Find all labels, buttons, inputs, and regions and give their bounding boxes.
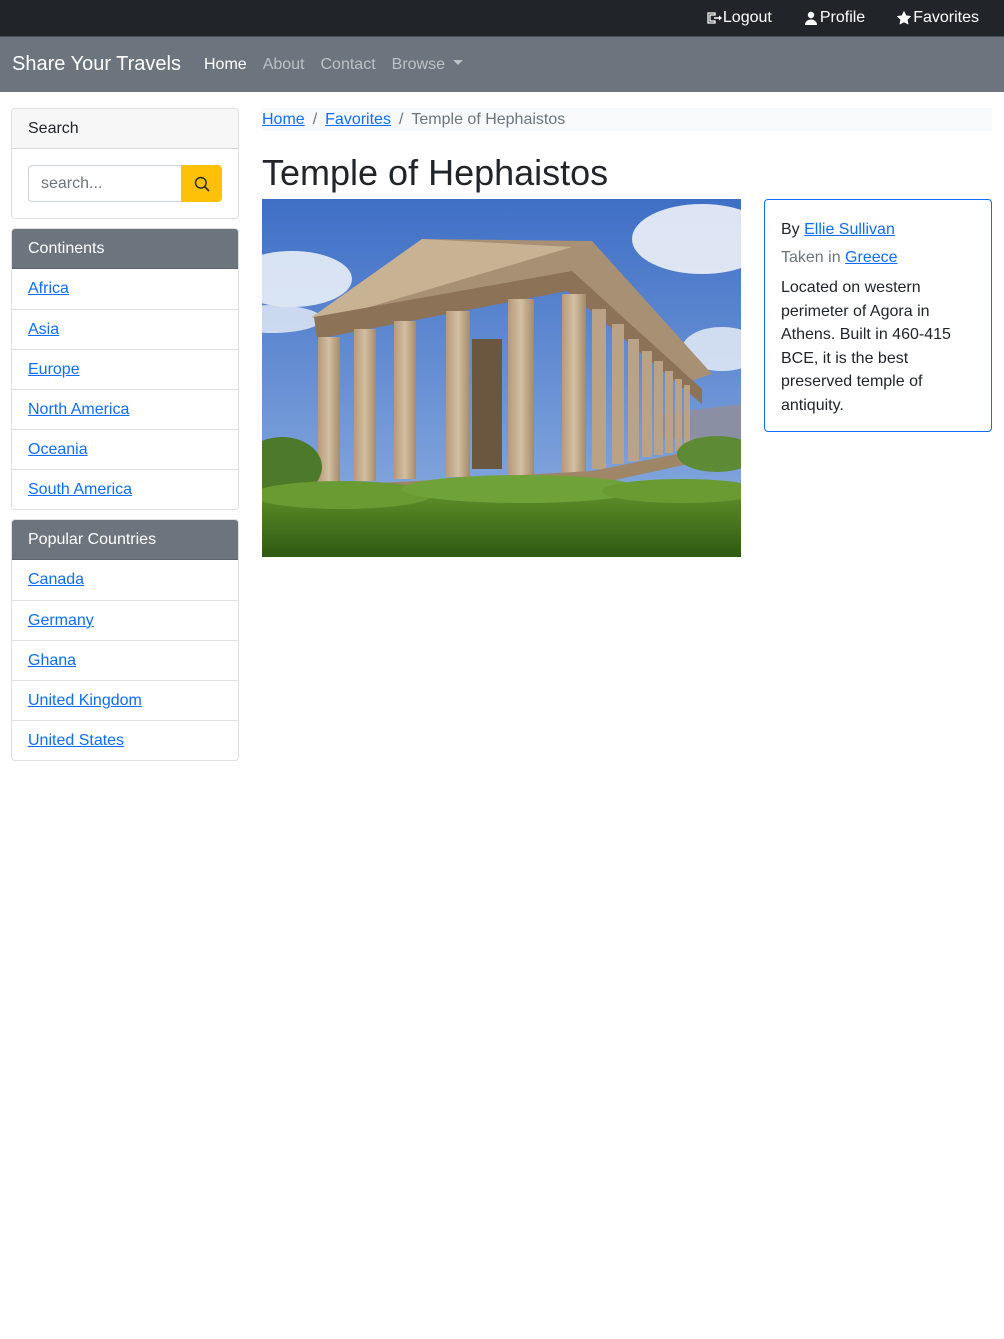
continent-link-oceania[interactable]: Oceania	[28, 441, 88, 459]
search-button[interactable]	[181, 165, 222, 202]
list-item: United Kingdom	[12, 680, 238, 720]
country-link-united-kingdom[interactable]: United Kingdom	[28, 692, 142, 710]
list-item: South America	[12, 469, 238, 509]
list-item: Canada	[12, 560, 238, 600]
logout-link[interactable]: Logout	[706, 9, 772, 27]
continent-link-africa[interactable]: Africa	[28, 280, 69, 298]
list-item: United States	[12, 720, 238, 760]
main-content: Home / Favorites / Temple of Hephaistos …	[262, 108, 992, 557]
country-link-germany[interactable]: Germany	[28, 612, 94, 630]
list-item: Oceania	[12, 429, 238, 469]
list-item: Ghana	[12, 640, 238, 680]
brand-logo-text[interactable]: Share Your Travels	[12, 53, 181, 76]
favorites-link[interactable]: Favorites	[896, 9, 979, 27]
nav-contact[interactable]: Contact	[321, 56, 376, 74]
list-item: North America	[12, 389, 238, 429]
breadcrumb: Home / Favorites / Temple of Hephaistos	[262, 108, 992, 131]
breadcrumb-separator: /	[312, 110, 318, 128]
continent-link-south-america[interactable]: South America	[28, 481, 132, 499]
search-card-title: Search	[12, 109, 238, 149]
continents-card: Continents Africa Asia Europe North Amer…	[11, 228, 239, 510]
photo-description: Located on western perimeter of Agora in…	[781, 279, 951, 414]
author-link[interactable]: Ellie Sullivan	[804, 221, 895, 238]
taken-in-label: Taken in	[781, 249, 841, 266]
list-item: Germany	[12, 600, 238, 640]
logout-label: Logout	[722, 9, 772, 26]
breadcrumb-separator: /	[398, 110, 404, 128]
search-input[interactable]	[28, 165, 181, 202]
by-label: By	[781, 221, 800, 238]
nav-home[interactable]: Home	[204, 56, 247, 74]
search-card: Search	[11, 108, 239, 219]
nav-browse-label: Browse	[391, 55, 445, 73]
chevron-down-icon	[453, 60, 463, 65]
favorites-label: Favorites	[913, 9, 979, 26]
profile-link[interactable]: Profile	[803, 9, 865, 27]
photo-details-card: By Ellie Sullivan Taken in Greece Locate…	[764, 199, 992, 432]
country-link-ghana[interactable]: Ghana	[28, 652, 76, 670]
popular-countries-card: Popular Countries Canada Germany Ghana U…	[11, 519, 239, 761]
list-item: Africa	[12, 269, 238, 309]
continent-link-north-america[interactable]: North America	[28, 401, 129, 419]
country-link-canada[interactable]: Canada	[28, 571, 84, 589]
country-link-united-states[interactable]: United States	[28, 732, 124, 750]
main-navbar: Share Your Travels Home About Contact Br…	[0, 37, 1004, 92]
countries-list: Canada Germany Ghana United Kingdom Unit…	[12, 560, 238, 760]
nav-about[interactable]: About	[263, 56, 305, 74]
page-title: Temple of Hephaistos	[262, 152, 609, 193]
search-icon	[194, 176, 210, 192]
photo-author-line: By Ellie Sullivan	[781, 218, 975, 242]
star-icon	[897, 10, 912, 25]
person-icon	[804, 11, 817, 25]
list-item: Europe	[12, 349, 238, 389]
nav-browse-dropdown[interactable]: Browse	[392, 56, 463, 74]
continents-list: Africa Asia Europe North America Oceania…	[12, 269, 238, 509]
continent-link-asia[interactable]: Asia	[28, 321, 59, 339]
breadcrumb-home-link[interactable]: Home	[262, 111, 305, 129]
country-link[interactable]: Greece	[845, 249, 897, 266]
list-item: Asia	[12, 309, 238, 349]
continents-card-title: Continents	[12, 229, 238, 269]
continent-link-europe[interactable]: Europe	[28, 361, 80, 379]
top-utility-bar: Logout Profile Favorites	[0, 0, 1004, 37]
temple-photo	[262, 199, 741, 557]
photo-location-line: Taken in Greece	[781, 246, 975, 270]
logout-icon	[707, 12, 722, 24]
breadcrumb-current: Temple of Hephaistos	[411, 110, 566, 128]
popular-countries-card-title: Popular Countries	[12, 520, 238, 560]
profile-label: Profile	[819, 9, 866, 26]
breadcrumb-favorites-link[interactable]: Favorites	[325, 111, 391, 129]
sidebar: Search Continents Africa Asia Europe Nor…	[11, 108, 239, 770]
